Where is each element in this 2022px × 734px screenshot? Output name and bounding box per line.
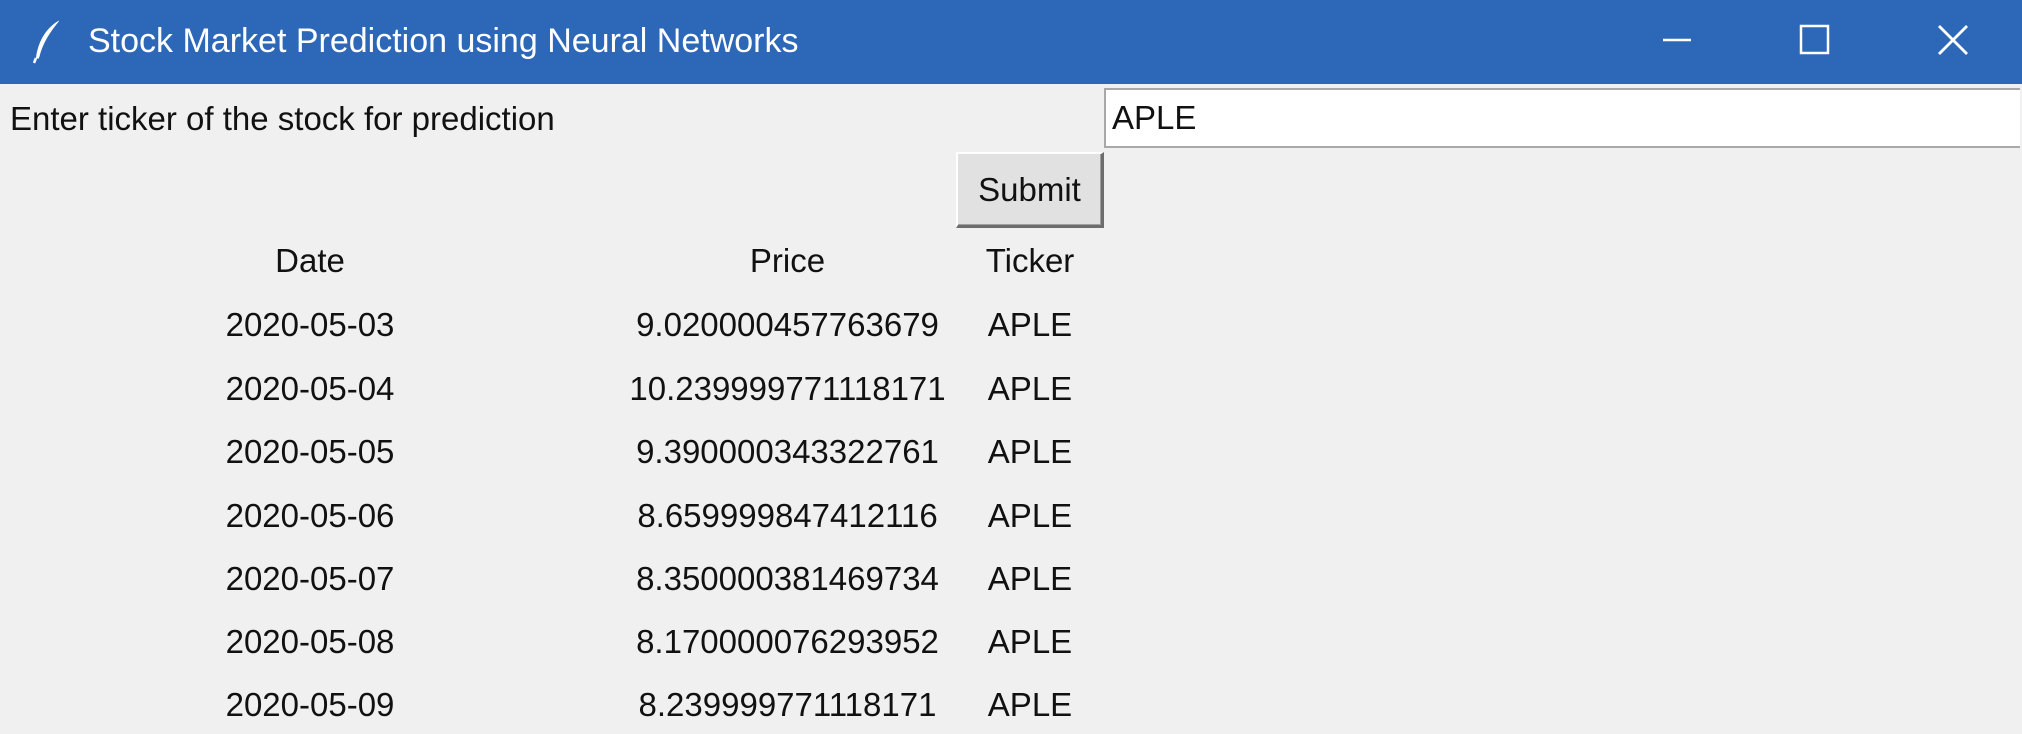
ticker-cell: APLE xyxy=(987,560,1073,597)
ticker-cell: APLE xyxy=(987,433,1073,470)
price-cell: 8.350000381469734 xyxy=(636,560,939,597)
price-cell: 8.170000076293952 xyxy=(636,623,939,660)
price-cell: 9.390000343322761 xyxy=(636,433,939,470)
date-cell: 2020-05-09 xyxy=(225,686,395,723)
ticker-cell: APLE xyxy=(987,370,1073,407)
minimize-icon xyxy=(1661,24,1693,61)
date-cell: 2020-05-06 xyxy=(225,497,395,534)
ticker-cell: APLE xyxy=(987,686,1073,723)
date-cell: 2020-05-04 xyxy=(225,370,395,407)
price-cell: 8.659999847412116 xyxy=(637,497,938,534)
date-cell: 2020-05-08 xyxy=(225,623,395,660)
close-button[interactable] xyxy=(1888,0,2018,84)
ticker-cell: APLE xyxy=(987,623,1073,660)
ticker-prompt-label: Enter ticker of the stock for prediction xyxy=(10,100,555,137)
header-date: Date xyxy=(275,242,345,279)
app-window: Stock Market Prediction using Neural Net… xyxy=(0,0,2022,734)
ticker-input[interactable] xyxy=(1104,88,2020,148)
submit-button[interactable]: Submit xyxy=(956,152,1104,228)
date-cell: 2020-05-07 xyxy=(225,560,395,597)
price-cell: 8.239999771118171 xyxy=(638,686,937,723)
date-cell: 2020-05-03 xyxy=(225,306,395,343)
maximize-button[interactable] xyxy=(1750,0,1880,84)
price-cell: 9.020000457763679 xyxy=(636,306,939,343)
ticker-cell: APLE xyxy=(987,306,1073,343)
window-title: Stock Market Prediction using Neural Net… xyxy=(88,22,799,60)
title-bar[interactable]: Stock Market Prediction using Neural Net… xyxy=(0,0,2022,84)
maximize-icon xyxy=(1799,24,1831,61)
header-price: Price xyxy=(749,242,826,279)
minimize-button[interactable] xyxy=(1612,0,1742,84)
ticker-cell: APLE xyxy=(987,497,1073,534)
date-cell: 2020-05-05 xyxy=(225,433,395,470)
feather-icon xyxy=(30,18,66,64)
close-icon xyxy=(1936,23,1970,62)
price-cell: 10.239999771118171 xyxy=(629,370,946,407)
header-ticker: Ticker xyxy=(985,242,1075,279)
